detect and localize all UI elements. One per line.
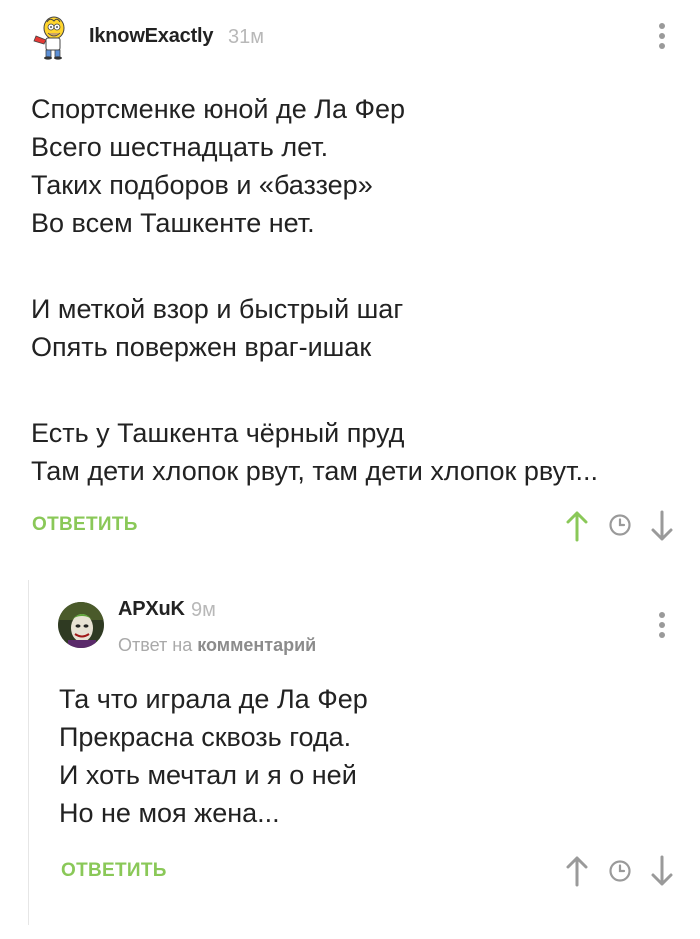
downvote-arrow-icon[interactable] bbox=[650, 855, 674, 892]
stanza-break bbox=[31, 242, 598, 290]
reply-prefix: Ответ на bbox=[118, 635, 193, 655]
comment-line: Та что играла де Ла Фер bbox=[59, 684, 368, 714]
comment-line: Прекрасна сквозь года. bbox=[59, 722, 352, 752]
clock-icon[interactable] bbox=[608, 513, 632, 542]
downvote-arrow-icon[interactable] bbox=[650, 510, 674, 547]
user-avatar-homer[interactable] bbox=[28, 14, 74, 60]
reply-target-link[interactable]: комментарий bbox=[197, 635, 316, 655]
comment-line: Там дети хлопок рвут, там дети хлопок рв… bbox=[31, 456, 598, 486]
comment-line: Спортсменке юной де Ла Фер bbox=[31, 94, 406, 124]
comment-line: Таких подборов и «баззер» bbox=[31, 170, 373, 200]
comment-author[interactable]: IknowExactly bbox=[89, 25, 214, 48]
comment-line: Но не моя жена... bbox=[59, 798, 280, 828]
comment-1: IknowExactly 31м Спортсменке юной де Ла … bbox=[0, 0, 700, 560]
comment-line: И хоть мечтал и я о ней bbox=[59, 760, 357, 790]
reply-time: 9м bbox=[191, 599, 216, 621]
more-vertical-icon[interactable] bbox=[658, 23, 666, 53]
reply-button[interactable]: ОТВЕТИТЬ bbox=[61, 860, 167, 882]
comment-line: Всего шестнадцать лет. bbox=[31, 132, 329, 162]
upvote-arrow-icon[interactable] bbox=[565, 855, 589, 892]
reply-author[interactable]: APXuK bbox=[118, 598, 185, 621]
reply-button[interactable]: ОТВЕТИТЬ bbox=[32, 514, 138, 536]
comment-line: Есть у Ташкента чёрный пруд bbox=[31, 418, 405, 448]
comment-line: Во всем Ташкенте нет. bbox=[31, 208, 315, 238]
comment-body: Спортсменке юной де Ла Фер Всего шестнад… bbox=[31, 90, 598, 490]
reply-context: Ответ на комментарий bbox=[118, 635, 316, 656]
stanza-break bbox=[31, 366, 598, 414]
user-avatar-joker[interactable] bbox=[58, 602, 104, 648]
more-vertical-icon[interactable] bbox=[658, 612, 666, 642]
comment-line: И меткой взор и быстрый шаг bbox=[31, 294, 404, 324]
comment-line: Опять повержен враг-ишак bbox=[31, 332, 372, 362]
upvote-arrow-icon[interactable] bbox=[565, 510, 589, 547]
reply-body: Та что играла де Ла Фер Прекрасна сквозь… bbox=[59, 680, 368, 832]
clock-icon[interactable] bbox=[608, 859, 632, 888]
comment-time: 31м bbox=[228, 26, 264, 48]
